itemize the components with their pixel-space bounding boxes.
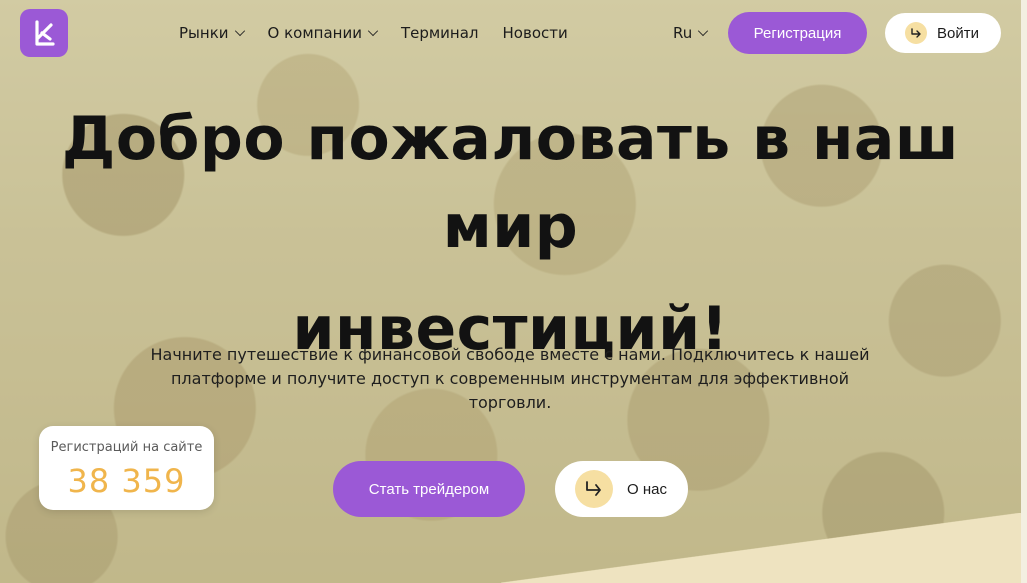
language-label: Ru xyxy=(673,24,693,42)
brand-logo[interactable] xyxy=(20,9,68,57)
main-nav: Рынки О компании Терминал Новости xyxy=(179,22,592,44)
nav-item-label: О компании xyxy=(267,24,362,42)
language-selector[interactable]: Ru xyxy=(673,22,709,44)
nav-item-label: Терминал xyxy=(400,24,479,42)
become-trader-button[interactable]: Стать трейдером xyxy=(333,461,525,517)
arrow-enter-icon xyxy=(575,470,613,508)
about-us-button[interactable]: О нас xyxy=(555,461,688,517)
site-header: Рынки О компании Терминал Новости Ru Рег… xyxy=(0,0,1021,66)
hero-title-line1: Добро пожаловать в наш мир xyxy=(61,104,960,262)
stats-label: Регистраций на сайте xyxy=(50,440,203,455)
hero-subtitle: Начните путешествие к финансовой свободе… xyxy=(150,345,870,412)
register-button[interactable]: Регистрация xyxy=(728,12,867,54)
nav-item-label: Рынки xyxy=(179,24,229,42)
hero-title: Добро пожаловать в наш мир инвестиций! xyxy=(0,95,1021,373)
nav-item-markets[interactable]: Рынки xyxy=(179,22,245,44)
registrations-counter-card: Регистраций на сайте 38 359 xyxy=(39,426,214,510)
stats-value: 38 359 xyxy=(67,462,186,500)
about-us-label: О нас xyxy=(627,480,667,498)
scrollbar-track[interactable] xyxy=(1021,0,1027,583)
login-button[interactable]: Войти xyxy=(885,13,1001,53)
nav-item-terminal[interactable]: Терминал xyxy=(401,22,479,44)
chevron-down-icon xyxy=(234,25,245,37)
arrow-enter-icon xyxy=(905,22,927,44)
chevron-down-icon xyxy=(698,25,709,37)
brand-logo-icon xyxy=(35,20,55,46)
nav-item-company[interactable]: О компании xyxy=(267,22,379,44)
chevron-down-icon xyxy=(367,25,379,37)
nav-item-news[interactable]: Новости xyxy=(503,22,568,44)
decorative-wedge xyxy=(501,513,1021,583)
login-label: Войти xyxy=(937,24,979,42)
nav-item-label: Новости xyxy=(502,24,568,42)
